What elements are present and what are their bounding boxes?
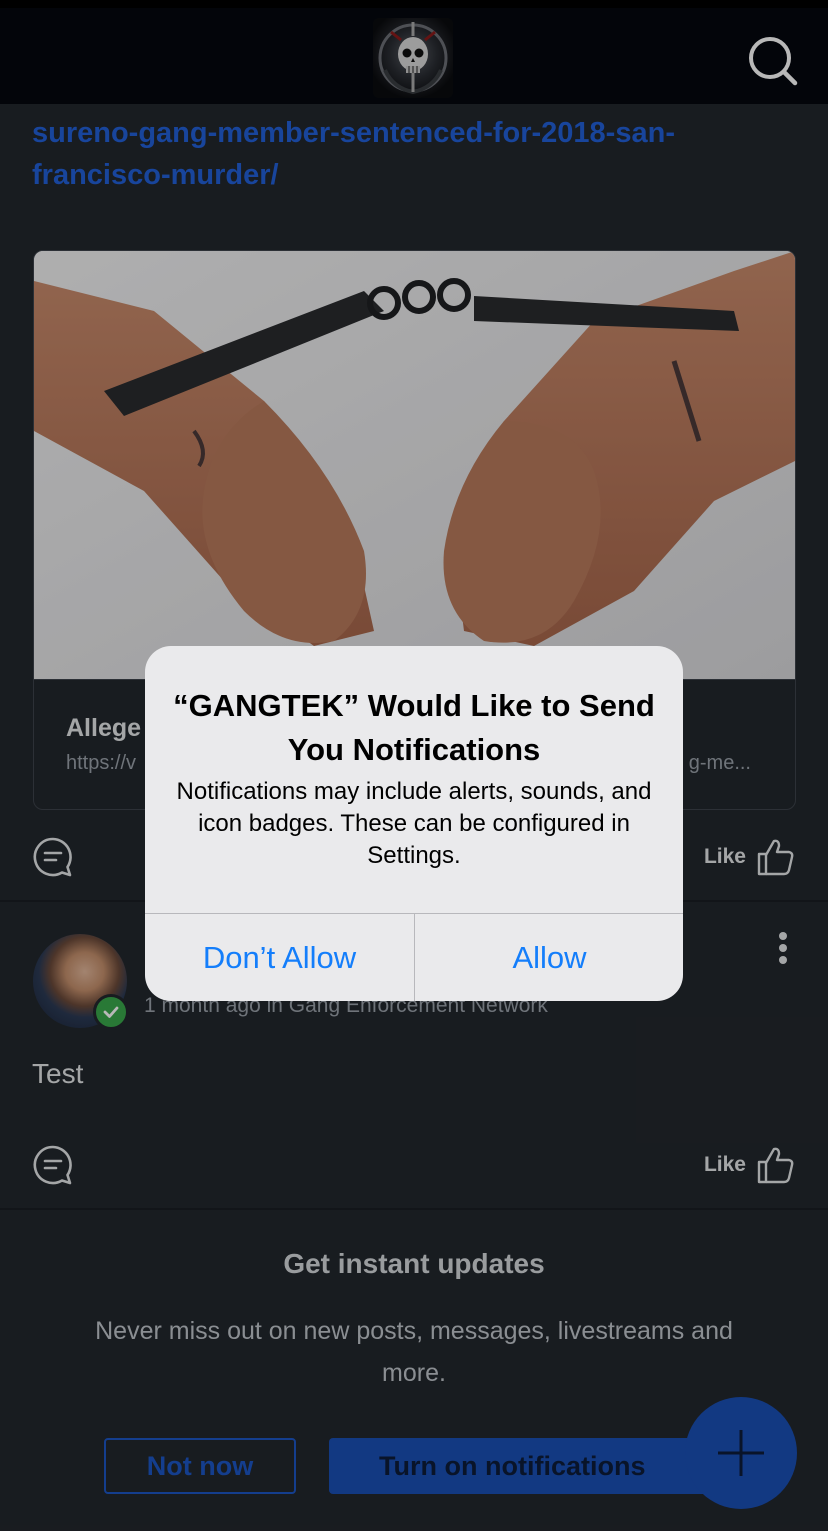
dont-allow-button[interactable]: Don’t Allow [145,914,414,1001]
alert-title: “GANGTEK” Would Like to Send You Notific… [173,688,655,767]
notification-permission-alert: “GANGTEK” Would Like to Send You Notific… [145,646,683,1001]
allow-button[interactable]: Allow [415,914,683,1001]
alert-message: Notifications may include alerts, sounds… [176,778,652,869]
